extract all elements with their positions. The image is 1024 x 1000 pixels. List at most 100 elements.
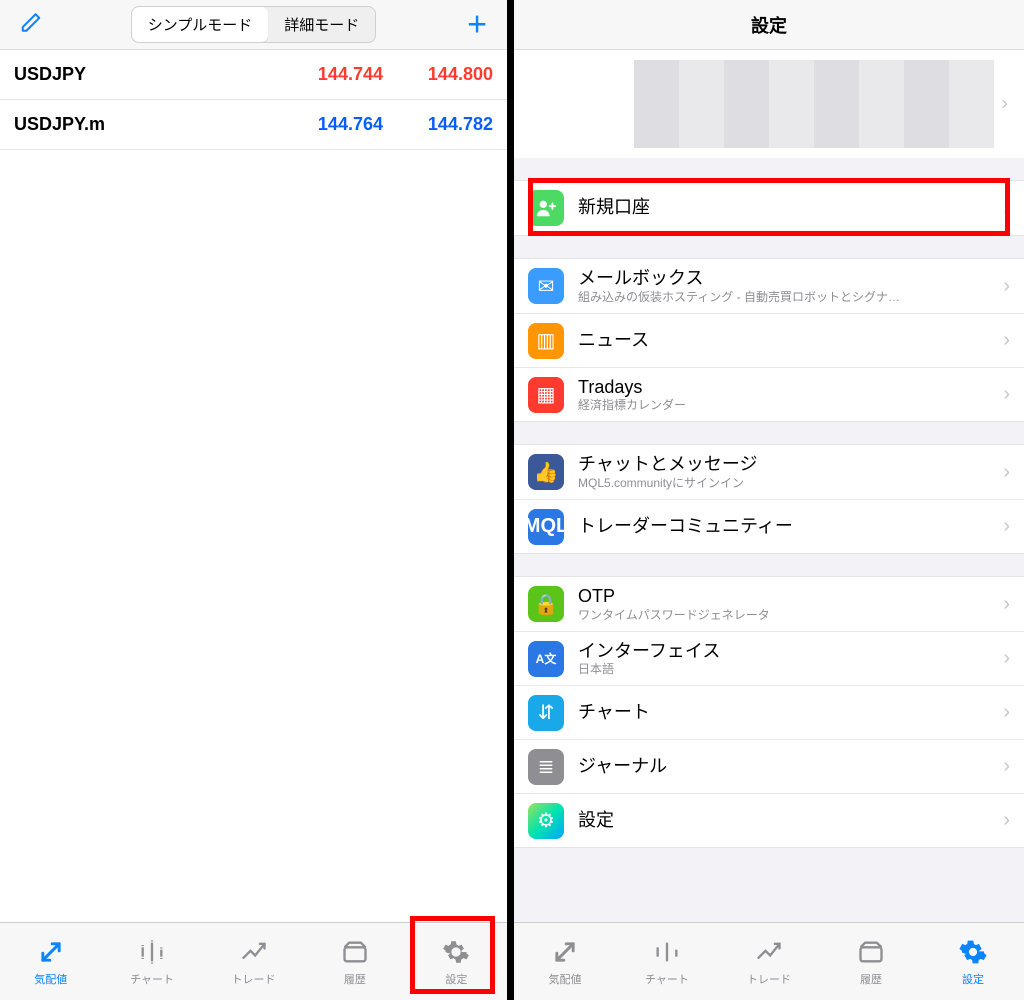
row-journal[interactable]: ≣ ジャーナル › (514, 739, 1024, 793)
tab-label: トレード (747, 971, 791, 987)
candlestick-icon: ⇵ (528, 695, 564, 731)
row-subtitle: 日本語 (578, 662, 997, 676)
trade-icon (753, 936, 785, 968)
gear-icon (957, 936, 989, 968)
tab-chart[interactable]: チャート (101, 923, 202, 1000)
row-subtitle: MQL5.communityにサインイン (578, 476, 997, 490)
settings-group-3: 👍 チャットとメッセージ MQL5.communityにサインイン › MQL … (514, 444, 1024, 554)
chevron-right-icon: › (997, 809, 1010, 832)
symbol-label: USDJPY.m (14, 114, 273, 135)
person-plus-icon (528, 190, 564, 226)
mail-icon: ✉ (528, 268, 564, 304)
bid-value: 144.764 (273, 114, 383, 135)
row-community[interactable]: MQL トレーダーコミュニティー › (514, 499, 1024, 553)
quotes-icon (35, 936, 67, 968)
row-title: インターフェイス (578, 641, 997, 663)
row-news[interactable]: ▥ ニュース › (514, 313, 1024, 367)
quotes-icon (549, 936, 581, 968)
quote-row[interactable]: USDJPY 144.744 144.800 (0, 50, 507, 100)
tab-trade[interactable]: トレード (718, 923, 820, 1000)
lock-icon: 🔒 (528, 586, 564, 622)
row-title: チャート (578, 702, 997, 724)
tab-label: トレード (232, 971, 276, 987)
tab-quotes[interactable]: 気配値 (514, 923, 616, 1000)
row-new-account[interactable]: 新規口座 › (514, 181, 1024, 235)
trade-icon (238, 936, 270, 968)
account-summary[interactable]: › (514, 50, 1024, 158)
tab-history[interactable]: 履歴 (304, 923, 405, 1000)
add-symbol-icon[interactable]: + (467, 5, 487, 44)
segment-detail[interactable]: 詳細モード (268, 7, 375, 42)
chevron-right-icon: › (997, 755, 1010, 778)
tab-label: 設定 (445, 971, 467, 987)
quotes-header: シンプルモード 詳細モード + (0, 0, 507, 50)
history-icon (339, 936, 371, 968)
segment-simple[interactable]: シンプルモード (132, 7, 269, 42)
bid-value: 144.744 (273, 64, 383, 85)
translate-icon: A文 (528, 641, 564, 677)
tab-trade[interactable]: トレード (203, 923, 304, 1000)
settings-screen: 設定 › 新規口座 › ✉ メールボックス 組み込みの (514, 0, 1024, 1000)
tab-label: 設定 (962, 971, 984, 987)
tab-chart[interactable]: チャート (616, 923, 718, 1000)
tab-label: 履歴 (344, 971, 366, 987)
tab-settings[interactable]: 設定 (922, 923, 1024, 1000)
mode-segment[interactable]: シンプルモード 詳細モード (131, 6, 377, 43)
chevron-right-icon: › (997, 329, 1010, 352)
row-title: 設定 (578, 810, 997, 832)
tab-label: 気配値 (549, 971, 582, 987)
chevron-right-icon: › (997, 383, 1010, 406)
row-mailbox[interactable]: ✉ メールボックス 組み込みの仮装ホスティング - 自動売買ロボットとシグナ… … (514, 259, 1024, 313)
chevron-right-icon: › (997, 197, 1010, 220)
chevron-right-icon: › (997, 593, 1010, 616)
row-charts[interactable]: ⇵ チャート › (514, 685, 1024, 739)
list-icon: ≣ (528, 749, 564, 785)
book-icon: ▥ (528, 323, 564, 359)
calendar-icon: ▦ (528, 377, 564, 413)
tab-settings[interactable]: 設定 (406, 923, 507, 1000)
tab-label: チャート (645, 971, 689, 987)
history-icon (855, 936, 887, 968)
settings-group-4: 🔒 OTP ワンタイムパスワードジェネレータ › A文 インターフェイス 日本語… (514, 576, 1024, 848)
quotes-list: USDJPY 144.744 144.800 USDJPY.m 144.764 … (0, 50, 507, 922)
settings-list[interactable]: › 新規口座 › ✉ メールボックス 組み込みの仮装ホスティング - 自動売買ロ… (514, 50, 1024, 922)
row-title: ジャーナル (578, 756, 997, 778)
row-subtitle: 組み込みの仮装ホスティング - 自動売買ロボットとシグナ… (578, 290, 997, 304)
tab-quotes[interactable]: 気配値 (0, 923, 101, 1000)
chevron-right-icon: › (1001, 93, 1008, 116)
row-title: Tradays (578, 377, 997, 399)
quotes-screen: シンプルモード 詳細モード + USDJPY 144.744 144.800 U… (0, 0, 507, 1000)
row-chat[interactable]: 👍 チャットとメッセージ MQL5.communityにサインイン › (514, 445, 1024, 499)
edit-icon[interactable] (20, 11, 42, 38)
settings-header: 設定 (514, 0, 1024, 50)
row-subtitle: ワンタイムパスワードジェネレータ (578, 608, 997, 622)
row-title: 新規口座 (578, 197, 997, 219)
chevron-right-icon: › (997, 461, 1010, 484)
chevron-right-icon: › (997, 701, 1010, 724)
tab-label: 履歴 (860, 971, 882, 987)
chevron-right-icon: › (997, 275, 1010, 298)
tab-label: 気配値 (34, 971, 67, 987)
row-title: ニュース (578, 330, 997, 352)
row-otp[interactable]: 🔒 OTP ワンタイムパスワードジェネレータ › (514, 577, 1024, 631)
censored-account-info (634, 60, 994, 148)
chevron-right-icon: › (997, 647, 1010, 670)
tab-history[interactable]: 履歴 (820, 923, 922, 1000)
page-title: 設定 (514, 12, 1024, 38)
ask-value: 144.782 (383, 114, 493, 135)
gear-icon (440, 936, 472, 968)
chart-icon (651, 936, 683, 968)
row-interface[interactable]: A文 インターフェイス 日本語 › (514, 631, 1024, 685)
row-tradays[interactable]: ▦ Tradays 経済指標カレンダー › (514, 367, 1024, 421)
row-title: トレーダーコミュニティー (578, 516, 997, 538)
quote-row[interactable]: USDJPY.m 144.764 144.782 (0, 100, 507, 150)
gear-icon: ⚙ (528, 803, 564, 839)
tab-bar-right: 気配値 チャート トレード 履歴 設定 (514, 922, 1024, 1000)
symbol-label: USDJPY (14, 64, 273, 85)
row-title: チャットとメッセージ (578, 454, 997, 476)
chevron-right-icon: › (997, 515, 1010, 538)
ask-value: 144.800 (383, 64, 493, 85)
row-title: OTP (578, 586, 997, 608)
row-app-settings[interactable]: ⚙ 設定 › (514, 793, 1024, 847)
row-subtitle: 経済指標カレンダー (578, 398, 997, 412)
